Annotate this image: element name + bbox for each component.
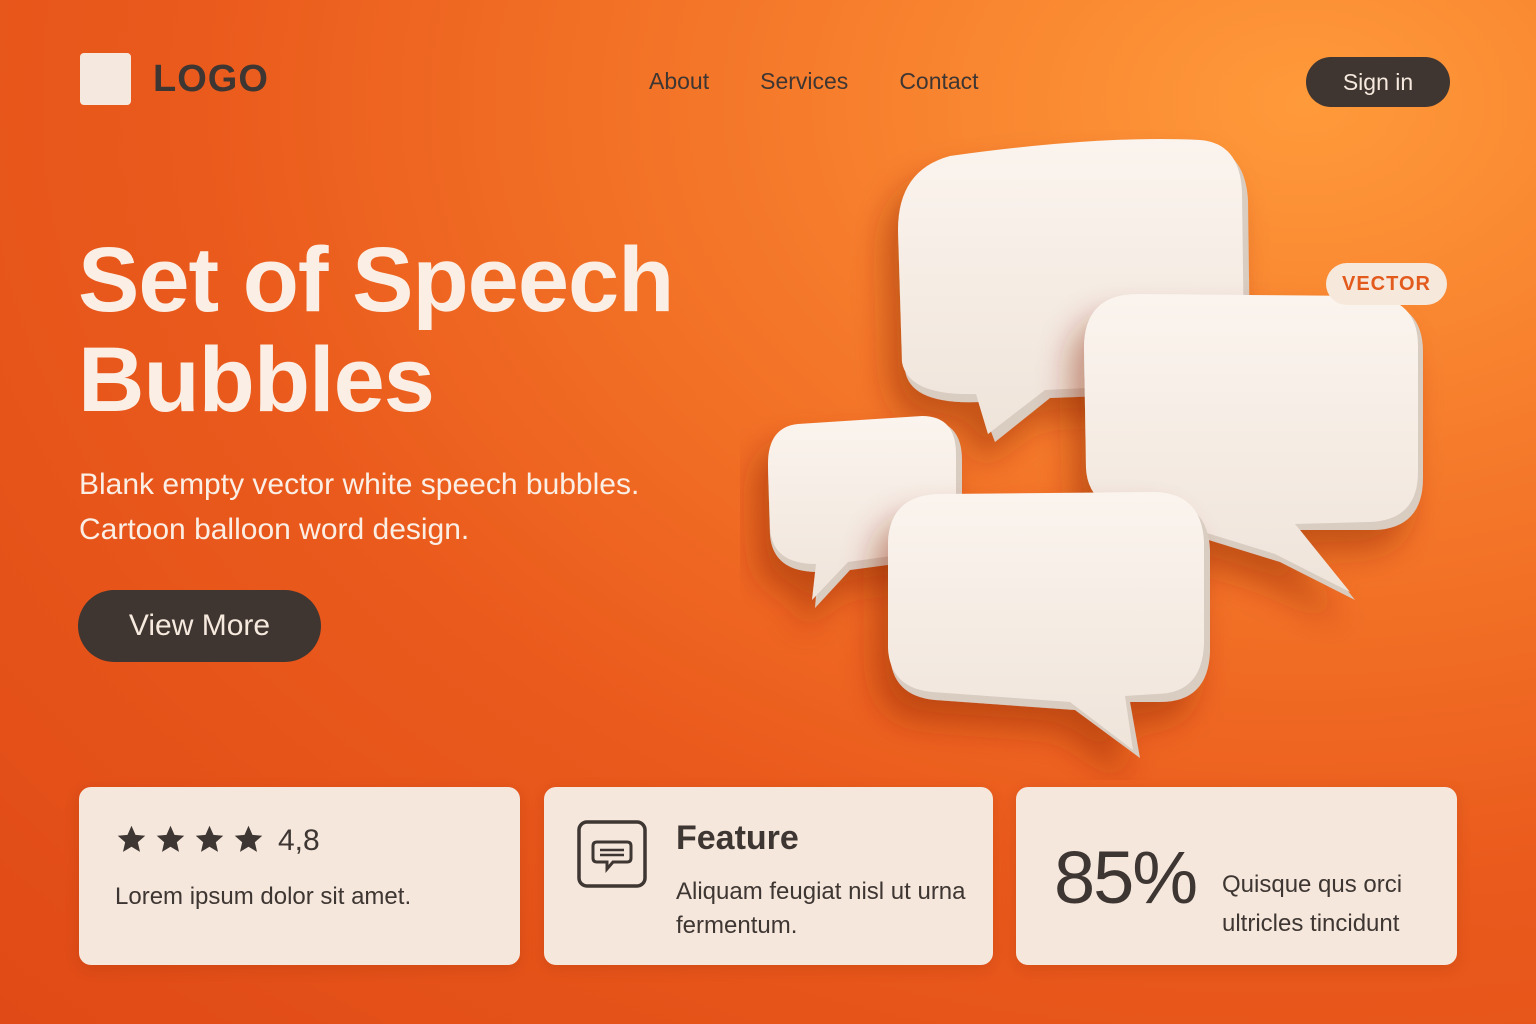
rating-stars [115, 823, 265, 856]
signin-button[interactable]: Sign in [1306, 57, 1450, 107]
nav-about[interactable]: About [649, 68, 709, 95]
rating-card: 4,8 Lorem ipsum dolor sit amet. [79, 787, 520, 965]
logo-mark[interactable] [80, 53, 131, 105]
feature-title: Feature [676, 819, 799, 857]
rating-text: Lorem ipsum dolor sit amet. [115, 883, 412, 910]
hero-subtitle: Blank empty vector white speech bubbles.… [79, 462, 779, 552]
view-more-button[interactable]: View More [78, 590, 321, 662]
nav-contact[interactable]: Contact [899, 68, 978, 95]
stat-value: 85% [1054, 836, 1198, 919]
hero-title-line1: Set of Speech [78, 229, 674, 331]
stat-text: Quisque qus orci ultricles tincidunt [1222, 871, 1403, 937]
feature-card: Feature Aliquam feugiat nisl ut urna fer… [544, 787, 993, 965]
feature-text: Aliquam feugiat nisl ut urna fermentum. [676, 878, 966, 939]
star-icon [234, 825, 263, 852]
speech-bubbles-illustration [768, 139, 1423, 758]
hero-title: Set of Speech Bubbles [78, 230, 798, 430]
speech-bubble-bottom [888, 492, 1210, 758]
stat-card: 85% Quisque qus orci ultricles tincidunt [1016, 787, 1457, 965]
hero-title-line2: Bubbles [78, 329, 435, 431]
rating-value: 4,8 [278, 824, 320, 857]
hero-subtitle-line1: Blank empty vector white speech bubbles. [79, 468, 640, 501]
chat-icon [577, 820, 647, 888]
star-icon [195, 825, 224, 852]
logo-text[interactable]: LOGO [153, 58, 269, 101]
star-icon [156, 825, 185, 852]
main-nav: About Services Contact [649, 68, 979, 95]
vector-badge: VECTOR [1326, 263, 1447, 305]
star-icon [117, 825, 146, 852]
nav-services[interactable]: Services [760, 68, 848, 95]
hero-subtitle-line2: Cartoon balloon word design. [79, 513, 470, 546]
